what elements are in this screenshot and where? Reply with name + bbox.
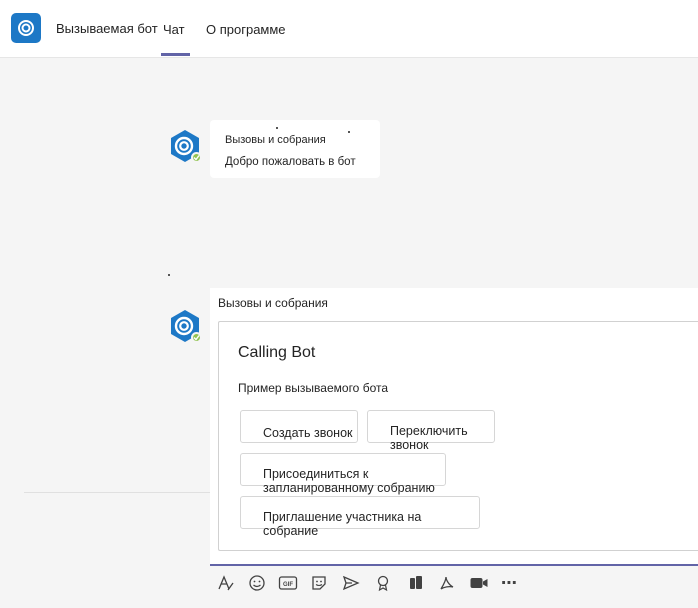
praise-icon[interactable] xyxy=(372,572,394,594)
video-icon[interactable] xyxy=(468,572,490,594)
tab-chat[interactable]: Чат xyxy=(163,22,185,37)
invite-participant-button[interactable]: Приглашение участника на собрание xyxy=(240,496,480,538)
app-header: Вызываемая бот Чат О программе xyxy=(0,0,698,58)
gif-icon[interactable]: GIF xyxy=(277,572,299,594)
message-sender: Вызовы и собрания xyxy=(225,134,326,146)
artifact-dot xyxy=(168,274,170,276)
presence-available-icon xyxy=(191,332,202,343)
artifact-dot xyxy=(348,131,350,133)
presence-available-icon xyxy=(191,152,202,163)
emoji-icon[interactable] xyxy=(246,572,268,594)
card-title: Calling Bot xyxy=(238,344,316,361)
divider xyxy=(24,492,210,493)
message-sender: Вызовы и собрания xyxy=(218,296,328,310)
message-bubble: Вызовы и собрания Calling Bot Пример выз… xyxy=(210,288,698,564)
format-icon[interactable] xyxy=(215,572,237,594)
more-icon[interactable]: ⋯ xyxy=(498,572,520,594)
transfer-call-button[interactable]: Переключить звонок xyxy=(367,410,495,452)
tab-about[interactable]: О программе xyxy=(206,22,286,37)
card-subtitle: Пример вызываемого бота xyxy=(238,381,389,395)
pdf-icon[interactable] xyxy=(436,572,458,594)
sticker-icon[interactable] xyxy=(308,572,330,594)
apps-icon[interactable] xyxy=(405,572,427,594)
send-icon[interactable] xyxy=(340,572,362,594)
app-logo-icon xyxy=(11,13,41,43)
message-bubble: Вызовы и собрания Добро пожаловать в бот xyxy=(210,120,380,178)
message-text: Добро пожаловать в бот xyxy=(225,156,356,168)
compose-toolbar: GIF ⋯ xyxy=(0,566,698,608)
adaptive-card: Calling Bot Пример вызываемого бота Созд… xyxy=(218,321,698,551)
join-scheduled-meeting-button[interactable]: Присоединиться к запланированному собран… xyxy=(240,453,446,495)
gif-label: GIF xyxy=(283,582,293,588)
bot-avatar[interactable] xyxy=(168,309,202,343)
app-title: Вызываемая бот xyxy=(56,21,158,36)
bot-avatar[interactable] xyxy=(168,129,202,163)
create-call-button[interactable]: Создать звонок xyxy=(240,410,358,443)
active-tab-indicator xyxy=(161,53,190,56)
artifact-dot xyxy=(276,127,278,129)
